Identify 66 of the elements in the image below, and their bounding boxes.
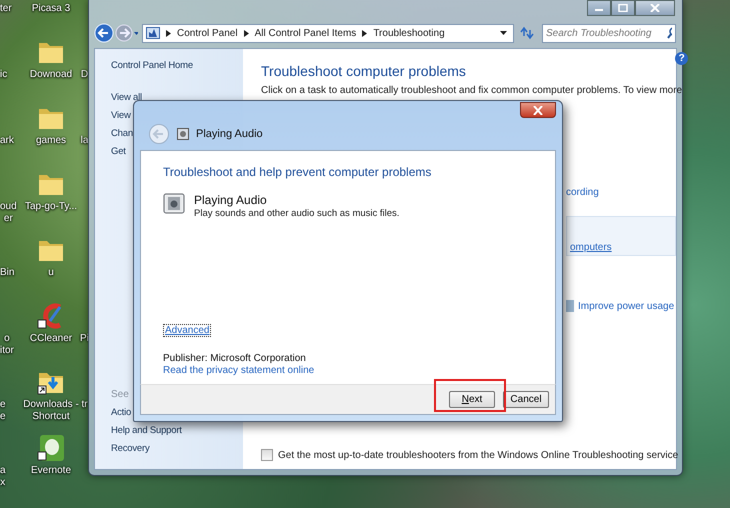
sidebar-link[interactable]: View all (111, 92, 142, 104)
icon-label[interactable]: Downoad (30, 69, 72, 81)
checkbox[interactable] (261, 449, 273, 461)
icon-label[interactable]: D (80, 69, 88, 81)
next-button[interactable]: Next (449, 391, 495, 408)
icon-label[interactable]: ter (0, 3, 12, 15)
chevron-icon (244, 30, 249, 36)
refresh-icon[interactable] (518, 24, 536, 42)
close-icon (532, 106, 544, 114)
icon-label[interactable]: u (48, 267, 54, 279)
dialog-title: Playing Audio (196, 128, 263, 140)
sidebar-link[interactable]: View (111, 110, 131, 122)
sidebar-link[interactable]: Chan (111, 128, 133, 140)
back-forward-buttons[interactable] (94, 22, 138, 44)
icon-label[interactable]: o itor (0, 333, 14, 357)
sidebar-link[interactable]: Control Panel Home (111, 60, 193, 72)
icon-label[interactable]: ark (0, 135, 14, 147)
sidebar-link[interactable]: Help and Support (111, 425, 182, 437)
icon-label[interactable]: ic (0, 69, 8, 81)
search-field[interactable]: Search Troubleshooting (542, 24, 676, 42)
icon-label[interactable]: e e (0, 399, 6, 423)
dropdown-arrow-icon (500, 31, 507, 35)
sidebar-link[interactable]: Recovery (111, 443, 150, 455)
publisher-text: Publisher: Microsoft Corporation (163, 353, 307, 364)
close-button[interactable] (635, 0, 675, 16)
troubleshooter-name[interactable]: Playing Audio (194, 193, 400, 207)
control-panel-icon (146, 27, 160, 39)
icon-label[interactable]: Bin (0, 267, 14, 279)
description-text: Click on a task to automatically troubleshoot and fix common computer problems. To view more (261, 85, 682, 96)
address-bar[interactable]: Control Panel All Control Panel Items Troubleshooting (142, 24, 514, 42)
breadcrumb-item[interactable]: Control Panel (177, 28, 238, 38)
icon-label[interactable]: tr (81, 399, 88, 411)
task-link[interactable]: Improve power usage (578, 300, 674, 312)
icon-label[interactable]: Tap-go-Ty... (24, 201, 78, 213)
icon-label[interactable]: Downloads - Shortcut (23, 399, 79, 423)
icon-label[interactable]: CCleaner (30, 333, 72, 345)
icon-label[interactable]: a x (0, 465, 6, 489)
icon-label[interactable]: Picasa 3 (32, 3, 70, 15)
page-title: Troubleshoot computer problems (261, 63, 467, 79)
close-icon (650, 4, 660, 12)
privacy-link[interactable]: Read the privacy statement online (163, 365, 314, 376)
elephant-icon (36, 433, 66, 463)
speaker-icon (177, 128, 189, 140)
checkbox-label[interactable]: Get the most up-to-date troubleshooters from the Windows Online Troubleshooting service (278, 450, 678, 460)
sidebar-link[interactable]: Actio (111, 407, 132, 419)
task-link[interactable]: cording (566, 187, 599, 198)
icon-label[interactable]: oud er (0, 201, 17, 225)
breadcrumb-item[interactable]: All Control Panel Items (254, 28, 356, 38)
close-button[interactable] (520, 102, 556, 118)
chevron-icon (166, 30, 171, 36)
maximize-button[interactable] (611, 0, 635, 16)
advanced-link[interactable]: Advanced (163, 324, 212, 337)
task-link[interactable]: omputers (570, 242, 612, 253)
maximize-icon (618, 4, 628, 12)
help-button[interactable]: ? (675, 52, 688, 65)
see-also-heading: See (111, 389, 129, 401)
icon-label[interactable]: games (36, 135, 66, 147)
troubleshooter-description: Play sounds and other audio such as music files. (194, 208, 400, 219)
chevron-icon (362, 30, 368, 36)
speaker-icon (163, 193, 187, 215)
cancel-button[interactable]: Cancel (503, 391, 549, 408)
sidebar-link[interactable]: Get (111, 146, 126, 158)
icon-label[interactable]: Evernote (30, 465, 72, 477)
minimize-button[interactable] (587, 0, 611, 16)
breadcrumb-item[interactable]: Troubleshooting (373, 28, 445, 38)
dialog-heading: Troubleshoot and help prevent computer problems (163, 165, 432, 179)
